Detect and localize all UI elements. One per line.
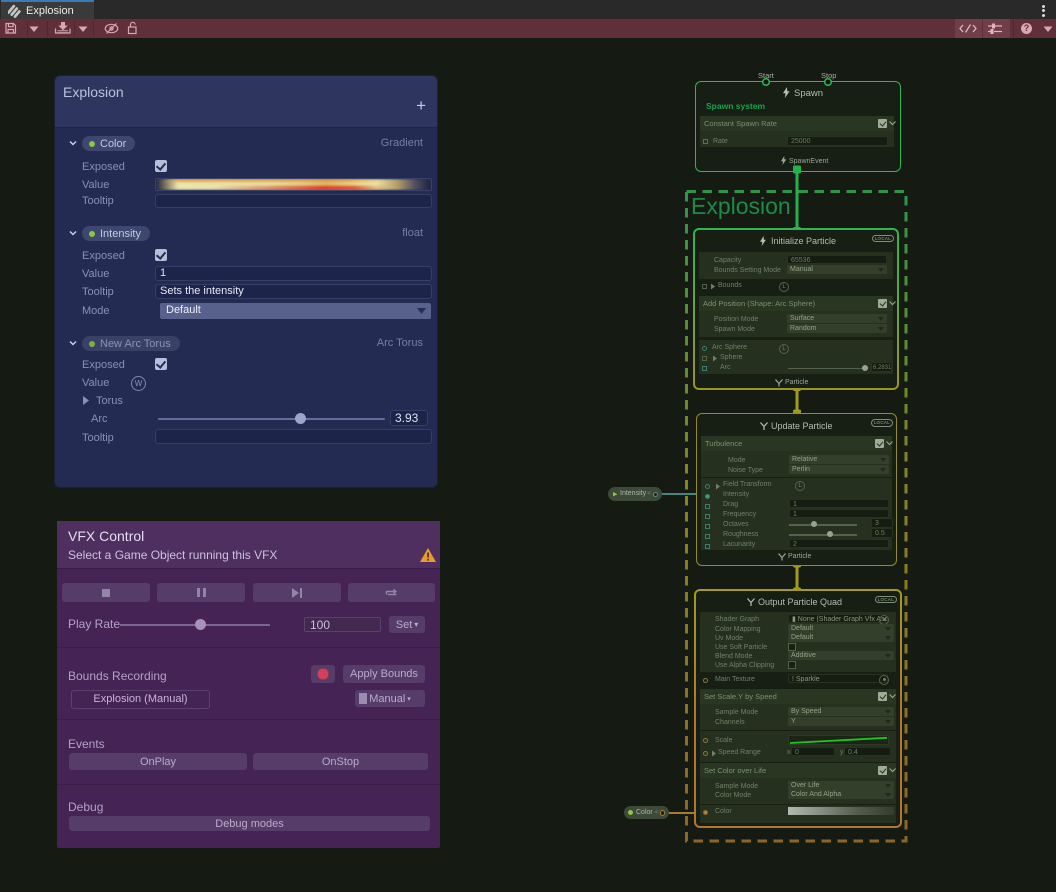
svg-text:Explosion: Explosion — [691, 193, 791, 219]
